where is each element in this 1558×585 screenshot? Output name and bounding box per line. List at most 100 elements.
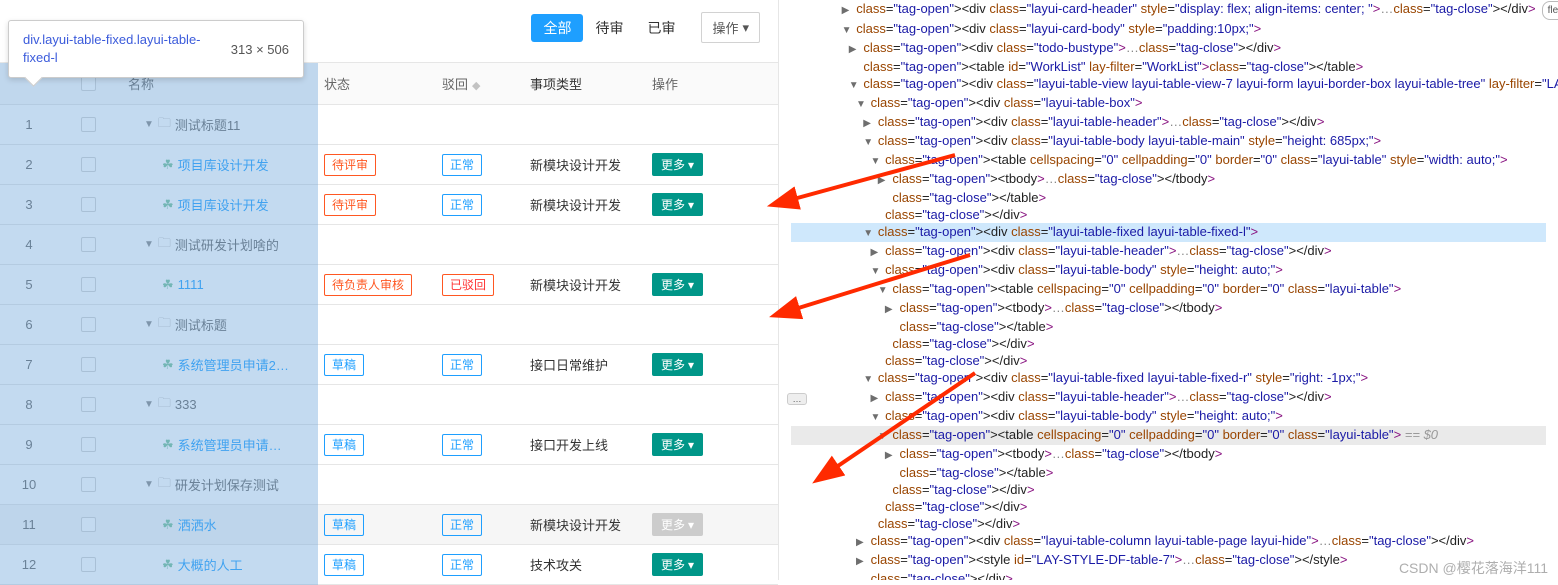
tree-toggle-icon[interactable]: ▼ [144,399,154,410]
table-row[interactable]: 4▼ 🗀 测试研发计划啥的 [0,225,778,265]
dom-tree-line[interactable]: ▼ class="tag-open"><div class="layui-tab… [791,369,1546,388]
checkbox[interactable] [81,237,96,252]
toolbar-tab[interactable]: 已审 [635,14,687,42]
dom-tree-line[interactable]: ▼ class="tag-open"><div class="layui-tab… [791,407,1546,426]
dom-tree-line[interactable]: class="tag-close"></table> [791,318,1546,335]
dom-tree-line[interactable]: ▼ class="tag-open"><div class="layui-tab… [791,94,1546,113]
dom-tree-line[interactable]: ▼ class="tag-open"><table cellspacing="0… [791,151,1546,170]
table-row[interactable]: 8▼ 🗀 333 [0,385,778,425]
table-row[interactable]: 12☘ 大概的人工草稿正常技术攻关更多 ▾ [0,545,778,585]
expand-toggle-icon[interactable]: ▼ [842,22,853,39]
row-name-cell[interactable]: ☘ 系统管理员申请2… [118,355,318,374]
expand-toggle-icon[interactable]: ▶ [863,115,874,132]
checkbox[interactable] [81,197,96,212]
more-button[interactable]: 更多 ▾ [652,513,703,536]
dom-tree-line[interactable]: ▶ class="tag-open"><div class="layui-tab… [791,113,1546,132]
toolbar-tab[interactable]: 待审 [583,14,635,42]
expand-toggle-icon[interactable]: ▶ [842,2,853,19]
expand-toggle-icon[interactable]: ▶ [885,447,896,464]
dom-tree-line[interactable]: ▶ class="tag-open"><div class="todo-bust… [791,39,1546,58]
dom-tree-line[interactable]: class="tag-close"></div> [791,498,1546,515]
row-name-cell[interactable]: ☘ 1111 [118,277,318,293]
dom-tree-line[interactable]: ▼ class="tag-open"><div class="layui-tab… [791,132,1546,151]
checkbox-all[interactable] [81,76,96,91]
dom-tree-line[interactable]: ▼ class="tag-open"><div class="layui-tab… [791,75,1546,94]
row-name-cell[interactable]: ▼ 🗀 测试标题11 [118,114,318,136]
sort-icon[interactable]: ◆ [472,80,480,92]
expand-toggle-icon[interactable]: ▼ [870,263,881,280]
checkbox[interactable] [81,397,96,412]
row-name-link[interactable]: 系统管理员申请2… [178,355,289,374]
dom-tree-line[interactable]: ▶ class="tag-open"><div class="layui-car… [791,0,1546,20]
tree-toggle-icon[interactable]: ▼ [144,319,154,330]
toolbar-tab[interactable]: 全部 [531,14,583,42]
row-name-cell[interactable]: ▼ 🗀 测试标题 [118,314,318,336]
expand-toggle-icon[interactable]: ▼ [870,153,881,170]
more-button[interactable]: 更多 ▾ [652,553,703,576]
expand-toggle-icon[interactable]: ▶ [856,534,867,551]
more-button[interactable]: 更多 ▾ [652,193,703,216]
dom-tree-line[interactable]: ▶ class="tag-open"><tbody>…class="tag-cl… [791,299,1546,318]
expand-toggle-icon[interactable]: ▼ [878,428,889,445]
row-name-cell[interactable]: ☘ 洒洒水 [118,515,318,534]
tree-toggle-icon[interactable]: ▼ [144,119,154,130]
col-reject[interactable]: 驳回◆ [436,74,522,93]
more-button[interactable]: 更多 ▾ [652,353,703,376]
expand-toggle-icon[interactable]: ▼ [870,409,881,426]
row-name-link[interactable]: 项目库设计开发 [178,195,269,214]
dom-tree-line[interactable]: ▶ class="tag-open"><tbody>…class="tag-cl… [791,170,1546,189]
expand-toggle-icon[interactable]: ▼ [863,371,874,388]
checkbox[interactable] [81,557,96,572]
table-row[interactable]: 7☘ 系统管理员申请2…草稿正常接口日常维护更多 ▾ [0,345,778,385]
expand-toggle-icon[interactable]: ▼ [878,282,889,299]
checkbox[interactable] [81,157,96,172]
dom-tree-line[interactable]: ▼ class="tag-open"><table cellspacing="0… [791,426,1546,445]
row-name-cell[interactable]: ▼ 🗀 测试研发计划啥的 [118,234,318,256]
dom-tree-line[interactable]: class="tag-close"></div> [791,515,1546,532]
more-button[interactable]: 更多 ▾ [652,433,703,456]
table-row[interactable]: 5☘ 1111待负责人审核已驳回新模块设计开发更多 ▾ [0,265,778,305]
row-name-link[interactable]: 项目库设计开发 [178,155,269,174]
checkbox[interactable] [81,277,96,292]
dom-tree-line[interactable]: ▶ class="tag-open"><div class="layui-tab… [791,388,1546,407]
row-name-cell[interactable]: ☘ 大概的人工 [118,555,318,574]
row-name-cell[interactable]: ☘ 系统管理员申请… [118,435,318,454]
dom-tree-line[interactable]: class="tag-open"><table id="WorkList" la… [791,58,1546,75]
table-row[interactable]: 10▼ 🗀 研发计划保存测试 [0,465,778,505]
checkbox[interactable] [81,477,96,492]
expand-toggle-icon[interactable]: ▼ [863,134,874,151]
checkbox[interactable] [81,437,96,452]
more-button[interactable]: 更多 ▾ [652,153,703,176]
tree-toggle-icon[interactable]: ▼ [144,239,154,250]
table-row[interactable]: 2☘ 项目库设计开发待评审正常新模块设计开发更多 ▾ [0,145,778,185]
expand-toggle-icon[interactable]: ▶ [870,390,881,407]
devtools-elements-pane[interactable]: ▶ class="tag-open"><div class="layui-car… [779,0,1558,580]
expand-toggle-icon[interactable]: ▼ [849,77,860,94]
dom-tree-line[interactable]: class="tag-close"></div> [791,206,1546,223]
more-button[interactable]: 更多 ▾ [652,273,703,296]
row-name-link[interactable]: 洒洒水 [178,515,217,534]
col-type[interactable]: 事项类型 [522,74,646,93]
row-name-cell[interactable]: ▼ 🗀 研发计划保存测试 [118,474,318,496]
gutter-ellipsis-icon[interactable]: … [787,393,807,405]
dom-tree-line[interactable]: ▼ class="tag-open"><div class="layui-tab… [791,223,1546,242]
row-name-link[interactable]: 大概的人工 [178,555,243,574]
dom-tree-line[interactable]: class="tag-close"></div> [791,335,1546,352]
dom-tree-line[interactable]: ▶ class="tag-open"><div class="layui-tab… [791,532,1546,551]
col-status[interactable]: 状态 [318,74,436,93]
row-name-cell[interactable]: ▼ 🗀 333 [118,394,318,416]
table-row[interactable]: 11☘ 洒洒水草稿正常新模块设计开发更多 ▾ [0,505,778,545]
dom-tree-line[interactable]: class="tag-close"></div> [791,352,1546,369]
dom-tree-line[interactable]: ▼ class="tag-open"><div class="layui-car… [791,20,1546,39]
table-row[interactable]: 1▼ 🗀 测试标题11 [0,105,778,145]
row-name-cell[interactable]: ☘ 项目库设计开发 [118,155,318,174]
expand-toggle-icon[interactable]: ▶ [878,172,889,189]
expand-toggle-icon[interactable]: ▶ [870,244,881,261]
expand-toggle-icon[interactable]: ▼ [863,225,874,242]
toolbar-action-dropdown[interactable]: 操作 ▾ [701,12,760,43]
table-row[interactable]: 3☘ 项目库设计开发待评审正常新模块设计开发更多 ▾ [0,185,778,225]
checkbox[interactable] [81,117,96,132]
dom-tree-line[interactable]: ▼ class="tag-open"><div class="layui-tab… [791,261,1546,280]
dom-tree-line[interactable]: class="tag-close"></table> [791,189,1546,206]
checkbox[interactable] [81,357,96,372]
